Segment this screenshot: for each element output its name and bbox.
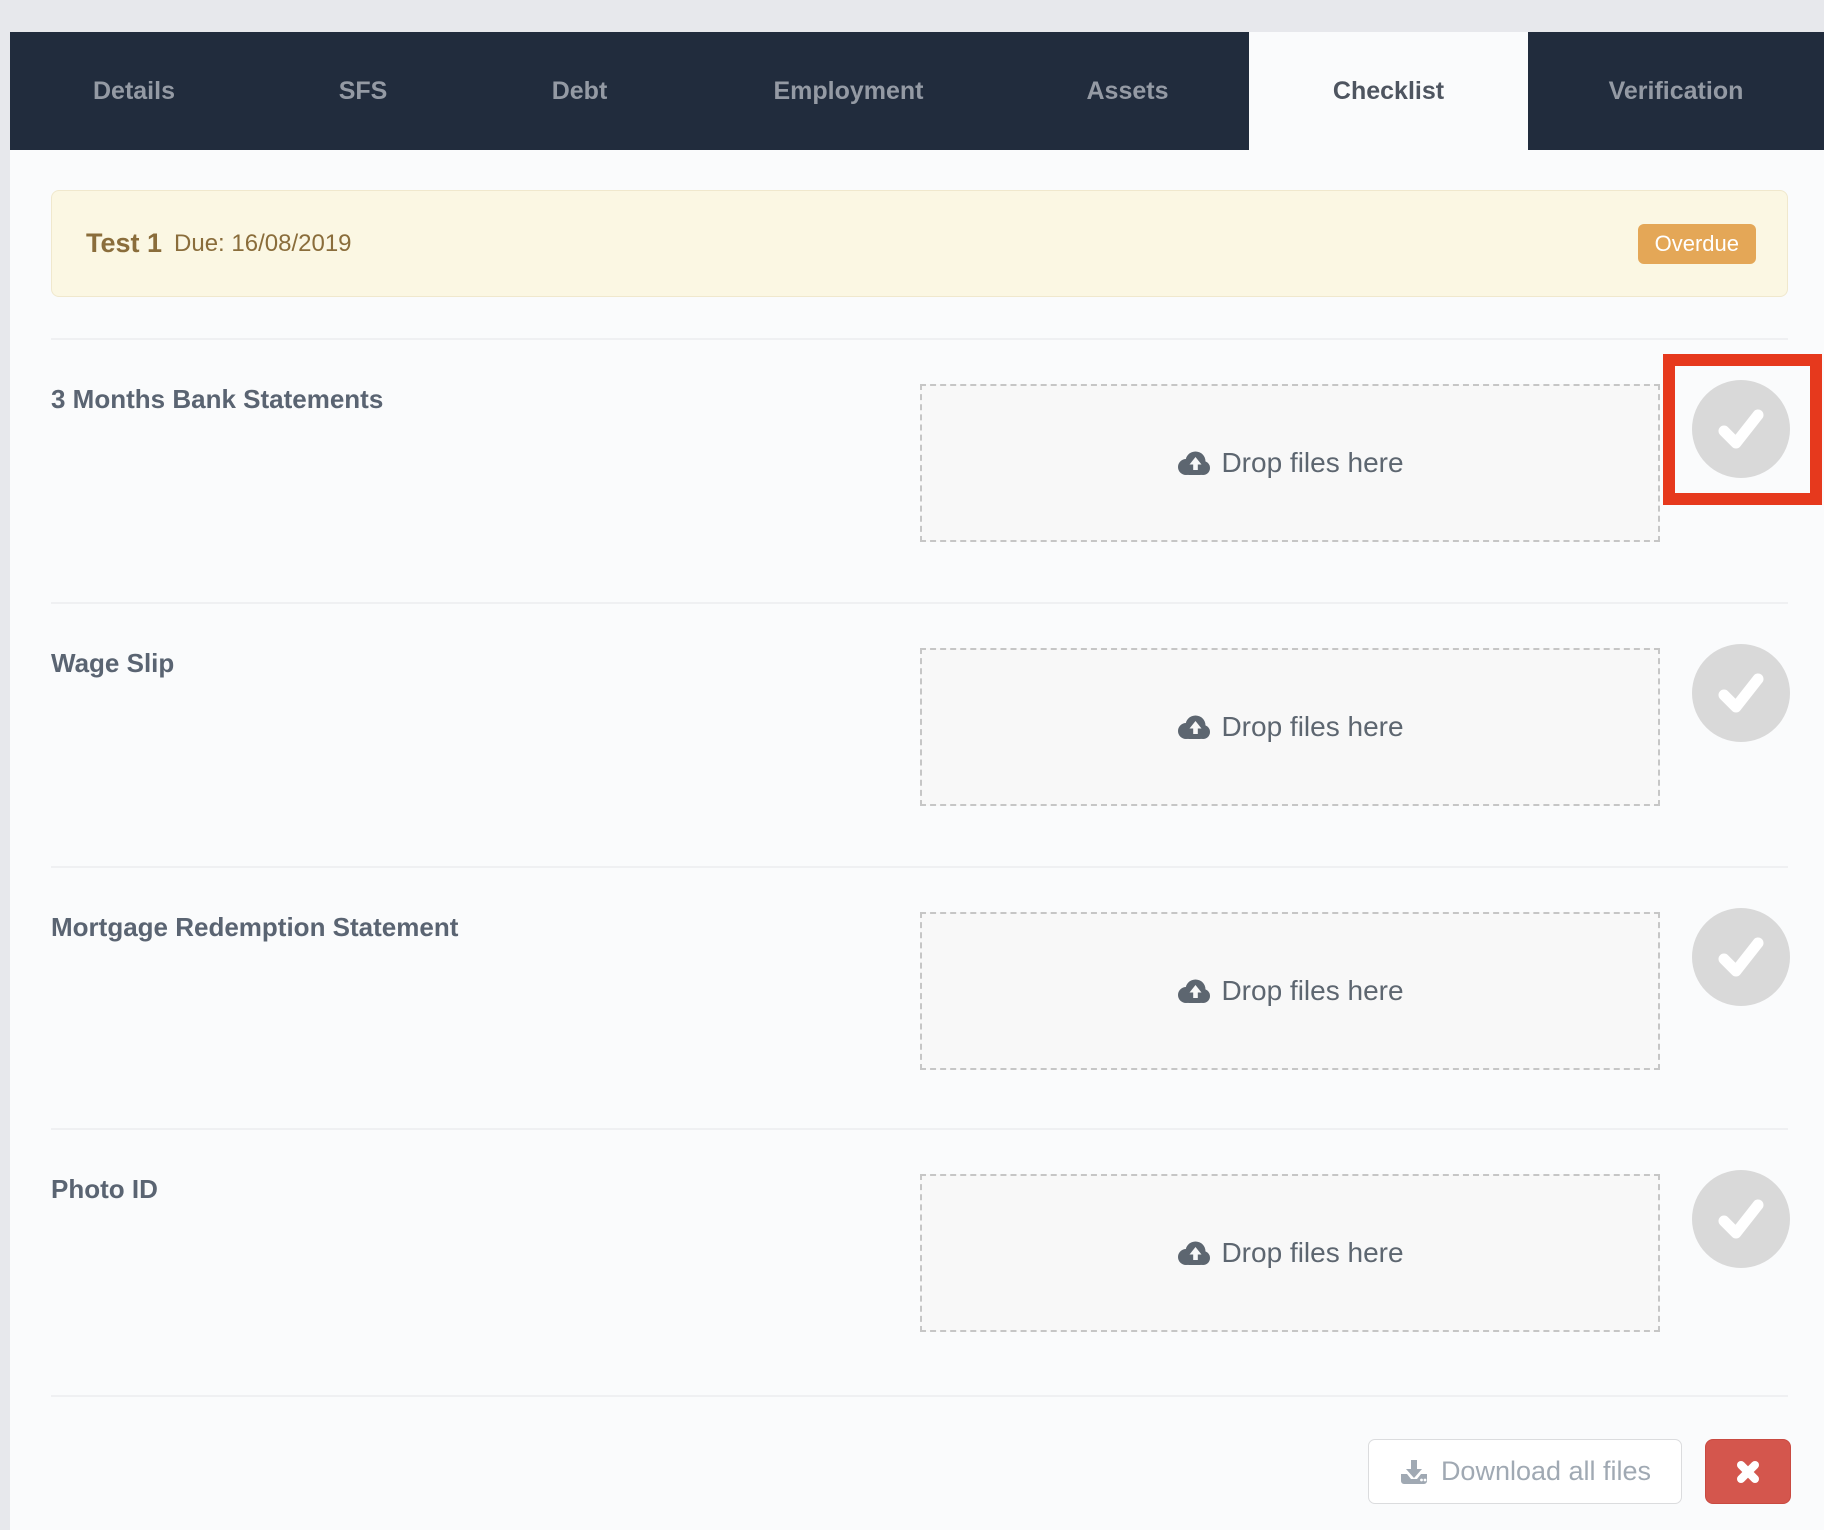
checklist-item-label: Wage Slip <box>51 648 175 678</box>
checklist-item-label: Photo ID <box>51 1174 158 1204</box>
task-due-date: Due: 16/08/2019 <box>174 229 352 257</box>
footer-actions: Download all files <box>51 1395 1791 1530</box>
tab-sfs[interactable]: SFS <box>258 32 468 150</box>
tab-employment[interactable]: Employment <box>691 32 1006 150</box>
checklist-item-label: 3 Months Bank Statements <box>51 384 384 414</box>
dropzone-label: Drop files here <box>1221 975 1404 1006</box>
dropzone-label: Drop files here <box>1221 711 1404 742</box>
check-icon <box>1715 1197 1767 1241</box>
download-icon <box>1399 1459 1429 1485</box>
checklist-row: 3 Months Bank Statements Drop files here <box>51 338 1822 602</box>
close-x-icon <box>1733 1457 1763 1487</box>
checklist-row: Mortgage Redemption Statement Drop files… <box>51 866 1790 1128</box>
checklist-row: Wage Slip Drop files here <box>51 602 1790 866</box>
dropzone-label: Drop files here <box>1221 1237 1404 1268</box>
checklist-item-label: Mortgage Redemption Statement <box>51 912 459 942</box>
cloud-upload-icon <box>1176 714 1211 741</box>
tab-verification[interactable]: Verification <box>1528 32 1824 150</box>
tab-debt[interactable]: Debt <box>468 32 691 150</box>
tab-bar: Details SFS Debt Employment Assets Check… <box>10 32 1824 150</box>
checklist-panel: Details SFS Debt Employment Assets Check… <box>10 32 1824 1530</box>
file-dropzone[interactable]: Drop files here <box>920 912 1660 1070</box>
file-dropzone[interactable]: Drop files here <box>920 648 1660 806</box>
cloud-upload-icon <box>1176 450 1211 477</box>
tab-assets[interactable]: Assets <box>1006 32 1249 150</box>
file-dropzone[interactable]: Drop files here <box>920 1174 1660 1332</box>
completed-check-button[interactable] <box>1692 1170 1790 1268</box>
completed-check-button[interactable] <box>1692 380 1790 478</box>
check-icon <box>1715 671 1767 715</box>
dropzone-label: Drop files here <box>1221 447 1404 478</box>
cloud-upload-icon <box>1176 978 1211 1005</box>
close-button[interactable] <box>1705 1439 1791 1504</box>
overdue-badge: Overdue <box>1637 223 1756 264</box>
checklist-content: Test 1 Due: 16/08/2019 Overdue 3 Months … <box>51 150 1822 1530</box>
cloud-upload-icon <box>1176 1240 1211 1267</box>
check-icon <box>1715 935 1767 979</box>
task-banner: Test 1 Due: 16/08/2019 Overdue <box>51 190 1788 297</box>
file-dropzone[interactable]: Drop files here <box>920 384 1660 542</box>
tab-details[interactable]: Details <box>10 32 258 150</box>
download-all-files-button[interactable]: Download all files <box>1368 1439 1682 1504</box>
checklist-row: Photo ID Drop files here <box>51 1128 1790 1395</box>
completed-check-button[interactable] <box>1692 644 1790 742</box>
completed-check-button[interactable] <box>1692 908 1790 1006</box>
check-icon <box>1715 407 1767 451</box>
download-all-files-label: Download all files <box>1440 1456 1652 1486</box>
task-title: Test 1 <box>86 228 163 258</box>
tab-checklist[interactable]: Checklist <box>1249 32 1528 150</box>
